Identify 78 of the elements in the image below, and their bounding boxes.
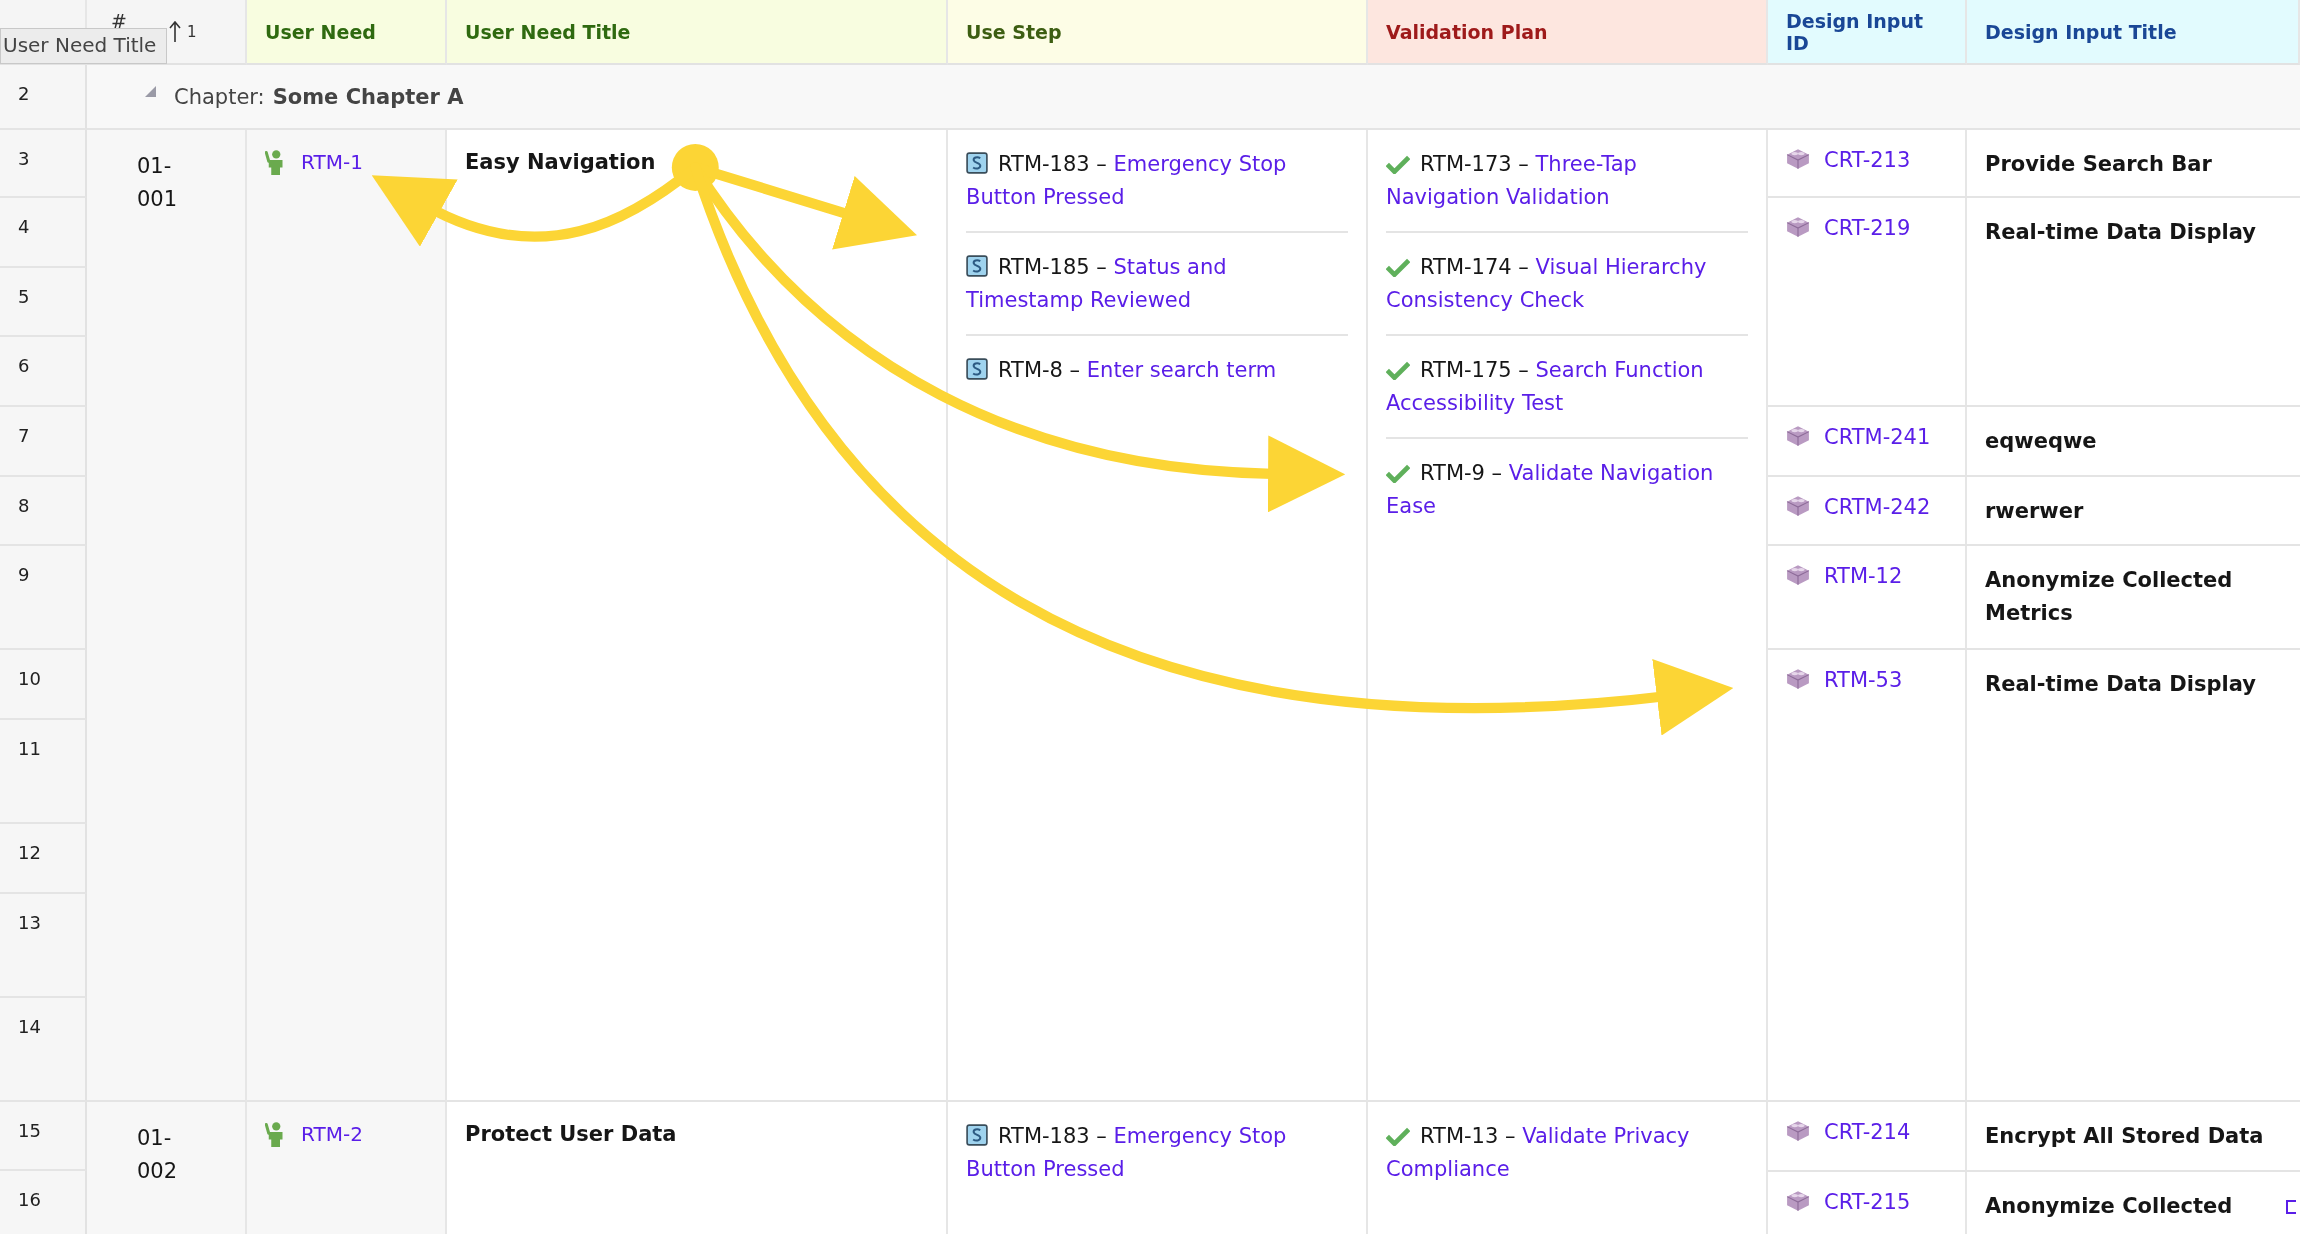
design-input-title: eqweqwe: [1985, 429, 2097, 453]
expand-triangle-icon[interactable]: [145, 86, 156, 97]
design-input-link[interactable]: CRTM-241: [1824, 425, 1931, 449]
check-icon: [1386, 464, 1410, 483]
step-icon: [966, 152, 988, 174]
row-number: 9: [0, 546, 87, 650]
validation-entry: RTM-174 – Visual Hierarchy Consistency Check: [1386, 254, 1708, 314]
step-icon: [966, 358, 988, 380]
annotation-dot: [671, 143, 719, 191]
design-input-title: rwerwer: [1985, 499, 2084, 523]
design-input-link[interactable]: CRT-219: [1824, 216, 1911, 240]
check-icon: [1386, 258, 1410, 277]
design-input-title: Real-time Data Display: [1985, 672, 2256, 696]
check-icon: [1386, 361, 1410, 380]
row-number: 15: [0, 1102, 87, 1171]
brick-icon: [1786, 495, 1810, 517]
row-number: 14: [0, 998, 87, 1102]
brick-icon: [1786, 1120, 1810, 1142]
use-step-entry: RTM-8 – Enter search term: [966, 354, 1348, 387]
row-number: 13: [0, 894, 87, 998]
requirement-number: 01-001: [137, 153, 179, 213]
use-step-entry: RTM-183 – Emergency Stop Button Pressed: [966, 1123, 1288, 1183]
step-icon: [966, 1124, 988, 1146]
chapter-label: Chapter:: [174, 84, 265, 109]
brick-icon: [1786, 425, 1810, 447]
requirement-number: 01-002: [137, 1125, 179, 1185]
row-number: 12: [0, 824, 87, 894]
row-number: 3: [0, 130, 87, 198]
use-step-entry: RTM-183 – Emergency Stop Button Pressed: [966, 151, 1288, 211]
person-icon: [265, 1122, 285, 1147]
design-input-link[interactable]: CRT-213: [1824, 148, 1911, 172]
row-number: 11: [0, 720, 87, 824]
brick-icon: [1786, 1190, 1810, 1212]
design-input-link[interactable]: RTM-53: [1824, 668, 1903, 692]
person-icon: [265, 150, 285, 175]
row-number: 5: [0, 268, 87, 337]
step-icon: [966, 255, 988, 277]
column-header[interactable]: Use Step: [948, 0, 1368, 65]
validation-entry: RTM-175 – Search Function Accessibility Test: [1386, 357, 1705, 417]
row-number: 16: [0, 1171, 87, 1234]
row-number: 7: [0, 407, 87, 477]
design-input-title: Provide Search Bar: [1985, 152, 2212, 176]
row-number: 8: [0, 477, 87, 546]
sort-order: 1: [186, 22, 197, 41]
column-header[interactable]: Validation Plan: [1368, 0, 1768, 65]
column-header[interactable]: User Need Title: [447, 0, 948, 65]
design-input-title: Anonymize Collected Metrics: [1985, 568, 2233, 625]
design-input-link[interactable]: RTM-12: [1824, 564, 1903, 588]
brick-icon: [1786, 564, 1810, 586]
validation-entry: RTM-9 – Validate Navigation Ease: [1386, 460, 1715, 520]
row-number: 2: [0, 65, 87, 130]
brick-icon: [1786, 148, 1810, 170]
brick-icon: [1786, 668, 1810, 690]
brick-icon: [1786, 216, 1810, 238]
column-header[interactable]: Design Input ID: [1768, 0, 1967, 65]
row-number: 6: [0, 337, 87, 407]
validation-entry: RTM-173 – Three-Tap Navigation Validation: [1386, 151, 1638, 211]
column-header[interactable]: User Need: [247, 0, 447, 65]
row-number: 4: [0, 198, 87, 268]
chapter-title: Some Chapter A: [272, 84, 464, 109]
design-input-link[interactable]: CRT-215: [1824, 1190, 1911, 1214]
column-header[interactable]: Design Input Title: [1967, 0, 2300, 65]
validation-entry: RTM-13 – Validate Privacy Compliance: [1386, 1123, 1691, 1183]
check-icon: [1386, 1127, 1410, 1146]
tooltip: User Need Title: [0, 28, 168, 64]
user-need-link[interactable]: RTM-1: [301, 150, 363, 174]
design-input-link[interactable]: CRTM-242: [1824, 495, 1931, 519]
row-number: 10: [0, 650, 87, 720]
design-input-title: Real-time Data Display: [1985, 220, 2256, 244]
use-step-entry: RTM-185 – Status and Timestamp Reviewed: [966, 254, 1228, 314]
check-icon: [1386, 155, 1410, 174]
sort-arrow-icon[interactable]: [168, 20, 181, 43]
design-input-title: Anonymize Collected: [1985, 1194, 2233, 1218]
user-need-link[interactable]: RTM-2: [301, 1122, 363, 1146]
user-need-title: Easy Navigation: [465, 150, 656, 174]
user-need-title: Protect User Data: [465, 1122, 677, 1146]
design-input-title: Encrypt All Stored Data: [1985, 1124, 2264, 1148]
design-input-link[interactable]: CRT-214: [1824, 1120, 1911, 1144]
